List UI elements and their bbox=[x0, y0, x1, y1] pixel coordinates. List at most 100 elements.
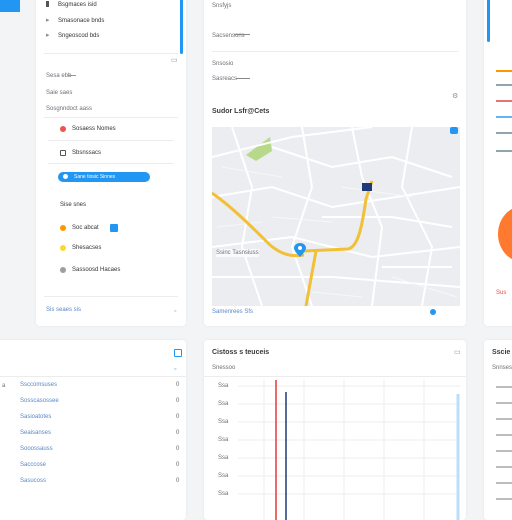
table-row-label[interactable]: Ssccomsuses bbox=[20, 382, 57, 388]
map-canvas[interactable] bbox=[212, 127, 460, 306]
table-row-label[interactable]: Seaisanses bbox=[20, 430, 51, 436]
row-prefix: a bbox=[2, 383, 6, 389]
expand-icon[interactable]: ▭ bbox=[454, 349, 461, 356]
row-line bbox=[496, 402, 512, 404]
donut-chart bbox=[498, 206, 512, 262]
right-panel: Sus bbox=[484, 0, 512, 326]
bottom-left-panel: ◦ Ssccomsuses 0 Sosscasossee 0 Sasioatot… bbox=[0, 340, 186, 520]
menu2-item-2[interactable]: Shesacses bbox=[72, 244, 101, 252]
table-row-value: 0 bbox=[176, 462, 180, 468]
center-footer: Samenrees Sfs bbox=[212, 309, 254, 315]
row-line bbox=[496, 386, 512, 388]
y-label: Ssa bbox=[218, 455, 229, 461]
row-line bbox=[496, 450, 512, 452]
info-icon[interactable]: ◦ bbox=[174, 308, 176, 315]
info-icon[interactable]: ◦ bbox=[174, 366, 176, 373]
y-label: Ssa bbox=[218, 383, 229, 389]
status-dot-icon[interactable] bbox=[430, 309, 436, 315]
destination-marker bbox=[362, 183, 372, 191]
filter-icon[interactable] bbox=[174, 349, 182, 357]
row-line bbox=[496, 498, 512, 500]
timeline-chart bbox=[238, 380, 460, 520]
settings-icon[interactable]: ⚙ bbox=[452, 93, 458, 100]
divider bbox=[204, 376, 466, 377]
chart-title: Cistoss s teuceis bbox=[212, 349, 270, 356]
section-subhead: Sise snes bbox=[60, 202, 87, 208]
right-label: Sus bbox=[496, 290, 507, 296]
row-line bbox=[496, 418, 512, 420]
menu2-item-3[interactable]: Sassoosd Hacaes bbox=[72, 266, 120, 274]
table-row-value: 0 bbox=[176, 446, 180, 452]
left-footer: Sis seaes sis bbox=[46, 307, 82, 313]
table-row-label[interactable]: Sasucoss bbox=[20, 478, 46, 484]
user-icon bbox=[60, 150, 66, 156]
orange-icon bbox=[60, 225, 66, 231]
active-menu-item[interactable]: Sane tiosic Sinnes bbox=[58, 172, 150, 182]
table-row-label[interactable]: Sasioatotes bbox=[20, 414, 51, 420]
panel-sub: Snnsess bbox=[492, 365, 512, 371]
row-orange bbox=[496, 70, 512, 72]
map[interactable]: Ssinc Tasnsiuss bbox=[212, 127, 460, 306]
table-row-label[interactable]: Sacccose bbox=[20, 462, 46, 468]
bottom-right-panel: Sscie Snnsess bbox=[484, 340, 512, 520]
bullet-icon: ▸ bbox=[46, 32, 50, 39]
yellow-icon bbox=[60, 245, 66, 251]
left-panel: Bsgmaces isid ▸ Smasonace bnds ▸ Sngeosc… bbox=[36, 0, 186, 326]
y-label: Ssa bbox=[218, 401, 229, 407]
bottom-center-panel: Cistoss s teuceis ▭ Snessoo Ssa Ssa Ssa … bbox=[204, 340, 466, 520]
gear-icon bbox=[60, 267, 66, 273]
divider bbox=[44, 117, 178, 118]
table-row-label[interactable]: Sosscasossee bbox=[20, 398, 59, 404]
table-row-value: 0 bbox=[176, 398, 180, 404]
row-red bbox=[496, 100, 512, 102]
y-label: Ssa bbox=[218, 419, 229, 425]
row-line bbox=[496, 466, 512, 468]
map-title: Sudor Lsfr@Cets bbox=[212, 108, 270, 115]
header-item-3[interactable]: Sngeoscod bds bbox=[58, 32, 99, 40]
row-blue bbox=[496, 116, 512, 118]
divider bbox=[48, 163, 174, 164]
row-line bbox=[496, 434, 512, 436]
row-label-1: Sesa ebb bbox=[46, 73, 72, 79]
bullet-icon: ▸ bbox=[46, 17, 50, 24]
row-label-3: Sosgnndoct aass bbox=[46, 106, 93, 112]
table-row-value: 0 bbox=[176, 478, 180, 484]
corner-logo-icon bbox=[0, 0, 20, 12]
map-corner-icon[interactable] bbox=[450, 127, 458, 134]
center-line-1: Snsfyjs bbox=[212, 3, 232, 9]
divider bbox=[212, 51, 458, 52]
row-line bbox=[496, 482, 512, 484]
check-icon[interactable] bbox=[110, 224, 118, 232]
divider bbox=[44, 296, 178, 297]
line-accent bbox=[234, 34, 250, 35]
scroll-indicator[interactable] bbox=[487, 0, 490, 42]
row-line bbox=[496, 132, 512, 134]
menu-item-1[interactable]: Sosaess Nomes bbox=[72, 125, 116, 133]
row-line bbox=[496, 150, 512, 152]
divider bbox=[0, 376, 186, 377]
alert-icon bbox=[60, 126, 66, 132]
row-line bbox=[68, 75, 76, 76]
row-label-2: Saie saes bbox=[46, 90, 73, 96]
panel-title: Sscie bbox=[492, 349, 511, 356]
y-label: Ssa bbox=[218, 491, 229, 497]
scroll-indicator[interactable] bbox=[180, 0, 183, 54]
divider bbox=[44, 53, 178, 54]
table-row-label[interactable]: Sooossauss bbox=[20, 446, 53, 452]
header-item-1[interactable]: Bsgmaces isid bbox=[58, 1, 97, 9]
line-accent bbox=[236, 78, 250, 79]
menu-item-2[interactable]: Sbsnssacs bbox=[72, 149, 101, 157]
chart-sub: Snessoo bbox=[212, 365, 236, 371]
left-top-icon bbox=[46, 1, 49, 7]
header-item-2[interactable]: Smasonace bnds bbox=[58, 17, 104, 25]
active-item-icon bbox=[63, 174, 68, 179]
center-panel: Snsfyjs Sacsensons Snsosio Sasreacs ⚙ Su… bbox=[204, 0, 466, 326]
menu2-item-1[interactable]: Soc abcat bbox=[72, 224, 99, 232]
center-line-4: Sasreacs bbox=[212, 76, 238, 82]
divider bbox=[48, 140, 174, 141]
doc-icon[interactable]: ▭ bbox=[171, 57, 178, 64]
table-row-value: 0 bbox=[176, 430, 180, 436]
table-row-value: 0 bbox=[176, 414, 180, 420]
map-place-label: Ssinc Tasnsiuss bbox=[216, 249, 259, 257]
row-line bbox=[496, 84, 512, 86]
